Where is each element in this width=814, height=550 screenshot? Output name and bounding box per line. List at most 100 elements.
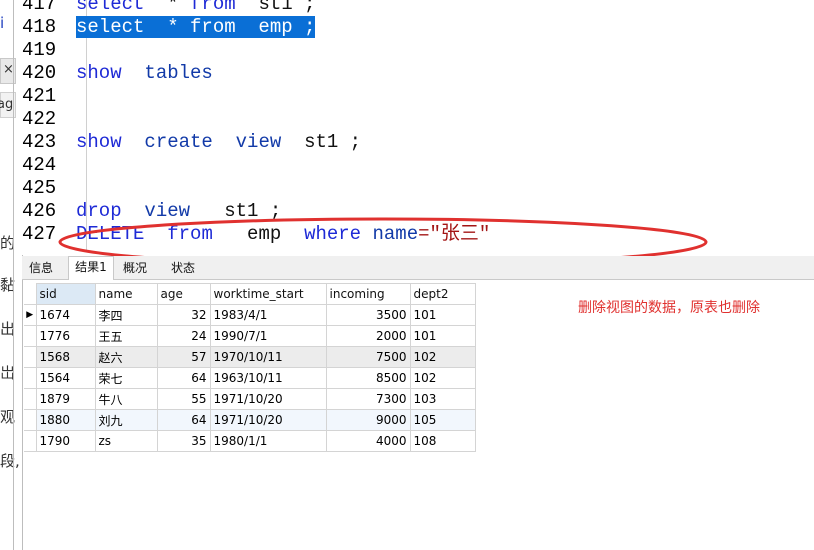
cell-name[interactable]: 赵六 [94,346,158,368]
cell-dept2[interactable]: 101 [409,325,476,347]
cell-name[interactable]: 牛八 [94,388,158,410]
code-token: show [76,131,122,153]
code-token: view [235,131,282,153]
cell-age[interactable]: 55 [156,388,211,410]
line-number: 420 [22,62,57,84]
cell-age[interactable]: 32 [156,304,211,326]
cell-incoming[interactable]: 9000 [325,409,411,431]
cell-dept2[interactable]: 103 [409,388,476,410]
row-indicator[interactable] [24,409,37,431]
column-header-name[interactable]: name [94,283,158,305]
cell-sid[interactable]: 1564 [35,367,96,389]
column-header-incoming[interactable]: incoming [325,283,411,305]
cell-age[interactable]: 35 [156,430,211,452]
annotation-note: 删除视图的数据，原表也删除 [578,300,760,316]
cell-worktime-start[interactable]: 1980/1/1 [209,430,327,452]
cell-worktime-start[interactable]: 1971/10/20 [209,409,327,431]
cell-dept2[interactable]: 101 [409,304,476,326]
cell-worktime-start[interactable]: 1983/4/1 [209,304,327,326]
cell-name[interactable]: zs [94,430,158,452]
result-tabs: 信息 结果1 概况 状态 [22,256,814,280]
tab-profile[interactable]: 概况 [118,258,152,280]
cell-sid[interactable]: 1879 [35,388,96,410]
panel-divider [22,255,23,550]
row-indicator[interactable] [24,346,37,368]
result-grid: sid name age worktime_start incoming dep… [24,283,476,452]
column-header-age[interactable]: age [156,283,211,305]
row-indicator-header [24,283,36,305]
code-text: show create view st1 ; [76,131,361,154]
line-number: 417 [22,0,57,15]
tab-status[interactable]: 状态 [166,258,200,280]
cell-sid[interactable]: 1568 [35,346,96,368]
tab-result-1[interactable]: 结果1 [68,256,114,280]
code-token: from [190,0,236,15]
line-number: 425 [22,177,57,199]
code-text: select * from emp ; [76,16,316,39]
column-header-worktime-start[interactable]: worktime_start [209,283,327,305]
cell-worktime-start[interactable]: 1970/10/11 [209,346,327,368]
table-row[interactable]: 1879 牛八 55 1971/10/20 7300 103 [24,388,476,410]
table-row[interactable]: ▶ 1674 李四 32 1983/4/1 3500 101 [24,304,476,326]
cell-sid[interactable]: 1674 [35,304,96,326]
cell-worktime-start[interactable]: 1990/7/1 [209,325,327,347]
cell-age[interactable]: 64 [156,367,211,389]
cell-incoming[interactable]: 7500 [325,346,411,368]
cell-incoming[interactable]: 3500 [325,304,411,326]
column-header-dept2[interactable]: dept2 [409,283,476,305]
cell-age[interactable]: 64 [156,409,211,431]
row-indicator[interactable] [24,430,37,452]
cell-dept2[interactable]: 105 [409,409,476,431]
code-token: create [144,131,213,153]
cell-incoming[interactable]: 8500 [325,367,411,389]
cell-worktime-start[interactable]: 1963/10/11 [209,367,327,389]
line-number: 422 [22,108,57,130]
cell-incoming[interactable]: 4000 [325,430,411,452]
panel-divider [13,0,14,550]
cell-name[interactable]: 李四 [94,304,158,326]
column-header-sid[interactable]: sid [35,283,96,305]
cell-age[interactable]: 57 [156,346,211,368]
code-text: select * from st1 ; [76,0,315,16]
cell-name[interactable]: 刘九 [94,409,158,431]
cell-sid[interactable]: 1790 [35,430,96,452]
table-row[interactable]: 1564 荣七 64 1963/10/11 8500 102 [24,367,476,389]
cell-incoming[interactable]: 7300 [325,388,411,410]
code-token: tables [144,62,213,84]
code-token: st1 ; [235,0,316,15]
cell-name[interactable]: 荣七 [94,367,158,389]
row-indicator[interactable] [24,325,37,347]
tab-info[interactable]: 信息 [24,258,58,280]
left-fragment: i [0,14,5,32]
left-fragment: ag [0,97,14,112]
table-row[interactable]: 1790 zs 35 1980/1/1 4000 108 [24,430,476,452]
cell-dept2[interactable]: 102 [409,367,476,389]
code-text: show tables [76,62,213,85]
code-token: show [76,62,122,84]
code-token: select [76,0,145,15]
cell-age[interactable]: 24 [156,325,211,347]
table-row[interactable]: 1568 赵六 57 1970/10/11 7500 102 [24,346,476,368]
cell-dept2[interactable]: 102 [409,346,476,368]
selected-text: select * from emp ; [76,16,316,38]
code-token: * [144,0,191,15]
cell-name[interactable]: 王五 [94,325,158,347]
cell-sid[interactable]: 1776 [35,325,96,347]
row-indicator[interactable] [24,367,37,389]
cell-dept2[interactable]: 108 [409,430,476,452]
cell-incoming[interactable]: 2000 [325,325,411,347]
cell-sid[interactable]: 1880 [35,409,96,431]
row-indicator[interactable] [24,388,37,410]
cell-worktime-start[interactable]: 1971/10/20 [209,388,327,410]
line-number: 423 [22,131,57,153]
table-row[interactable]: 1880 刘九 64 1971/10/20 9000 105 [24,409,476,431]
line-number: 418 [22,16,57,38]
line-number: 424 [22,154,57,176]
header-row: sid name age worktime_start incoming dep… [24,283,476,305]
line-number: 421 [22,85,57,107]
current-row-indicator[interactable]: ▶ [24,304,37,326]
table-row[interactable]: 1776 王五 24 1990/7/1 2000 101 [24,325,476,347]
